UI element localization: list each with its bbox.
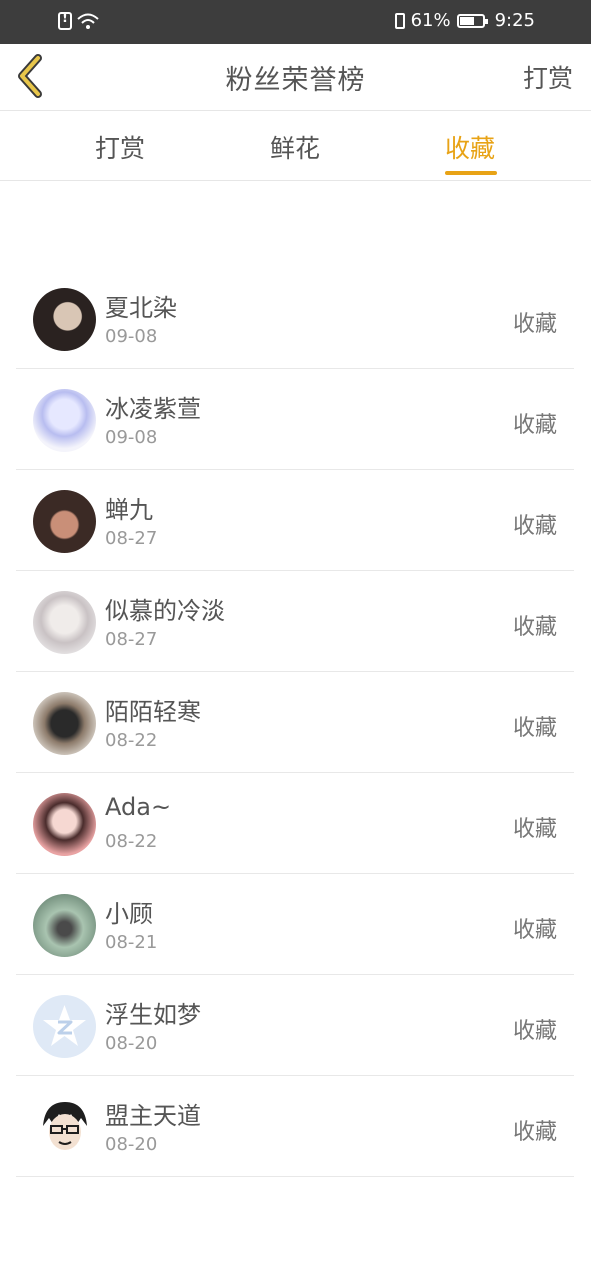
list-item[interactable]: 冰凌紫萱 09-08 收藏 (16, 369, 574, 470)
vibrate-icon (394, 12, 405, 29)
fan-name: Ada~ (105, 793, 172, 821)
list-item[interactable]: 夏北染 09-08 收藏 (16, 268, 574, 369)
battery-icon (456, 13, 488, 28)
nav-header: 粉丝荣誉榜 打赏 (0, 44, 591, 111)
fan-action: 收藏 (512, 716, 557, 741)
fan-name: 浮生如梦 (105, 1001, 201, 1029)
alert-icon (58, 11, 72, 30)
fan-action: 收藏 (512, 413, 557, 438)
fan-date: 09-08 (105, 427, 158, 448)
tab-bar: 打赏 鲜花 收藏 (0, 111, 591, 181)
fan-action: 收藏 (512, 1120, 557, 1145)
status-bar: 61% 9:25 (0, 0, 591, 44)
fan-date: 08-27 (105, 528, 158, 549)
fan-name: 小顾 (105, 900, 153, 928)
page-title: 粉丝荣誉榜 (225, 65, 366, 96)
fan-name: 陌陌轻寒 (105, 698, 201, 726)
fan-action: 收藏 (512, 1019, 557, 1044)
cartoon-avatar-icon (43, 1102, 87, 1150)
list-item[interactable]: 似慕的冷淡 08-27 收藏 (16, 571, 574, 672)
fan-date: 09-08 (105, 326, 158, 347)
tab-reward[interactable]: 打赏 (95, 129, 145, 165)
list-item[interactable]: 浮生如梦 08-20 收藏 (16, 975, 574, 1076)
avatar (33, 894, 96, 957)
list-item[interactable]: 小顾 08-21 收藏 (16, 874, 574, 975)
clock: 9:25 (494, 10, 535, 31)
fan-date: 08-22 (105, 730, 158, 751)
fan-action: 收藏 (512, 615, 557, 640)
list-item[interactable]: Ada~ 08-22 收藏 (16, 773, 574, 874)
avatar (33, 591, 96, 654)
tab-favorites[interactable]: 收藏 (445, 129, 495, 165)
fan-name: 蝉九 (105, 496, 153, 524)
battery-percent: 61% (410, 10, 451, 31)
fan-list: 夏北染 09-08 收藏 冰凌紫萱 09-08 收藏 蝉九 08-27 收藏 似… (16, 268, 574, 1177)
fan-name: 似慕的冷淡 (105, 597, 225, 625)
list-item[interactable]: 陌陌轻寒 08-22 收藏 (16, 672, 574, 773)
default-avatar-icon (43, 1005, 86, 1046)
tab-flowers[interactable]: 鲜花 (270, 129, 320, 165)
list-item[interactable]: 蝉九 08-27 收藏 (16, 470, 574, 571)
fan-name: 盟主天道 (105, 1102, 201, 1130)
fan-action: 收藏 (512, 817, 557, 842)
fan-date: 08-27 (105, 629, 158, 650)
avatar (33, 692, 96, 755)
fan-action: 收藏 (512, 918, 557, 943)
avatar (33, 995, 96, 1058)
avatar (33, 288, 96, 351)
fan-action: 收藏 (512, 312, 557, 337)
fan-name: 冰凌紫萱 (105, 395, 201, 423)
avatar (33, 389, 96, 452)
reward-button[interactable]: 打赏 (523, 59, 573, 95)
fan-name: 夏北染 (105, 294, 177, 322)
avatar (33, 793, 96, 856)
fan-action: 收藏 (512, 514, 557, 539)
avatar (33, 1096, 96, 1159)
avatar (33, 490, 96, 553)
fan-date: 08-20 (105, 1134, 158, 1155)
fan-date: 08-20 (105, 1033, 158, 1054)
wifi-icon (77, 13, 99, 29)
list-item[interactable]: 盟主天道 08-20 收藏 (16, 1076, 574, 1177)
fan-date: 08-22 (105, 831, 158, 852)
fan-date: 08-21 (105, 932, 158, 953)
active-tab-indicator (445, 171, 497, 175)
